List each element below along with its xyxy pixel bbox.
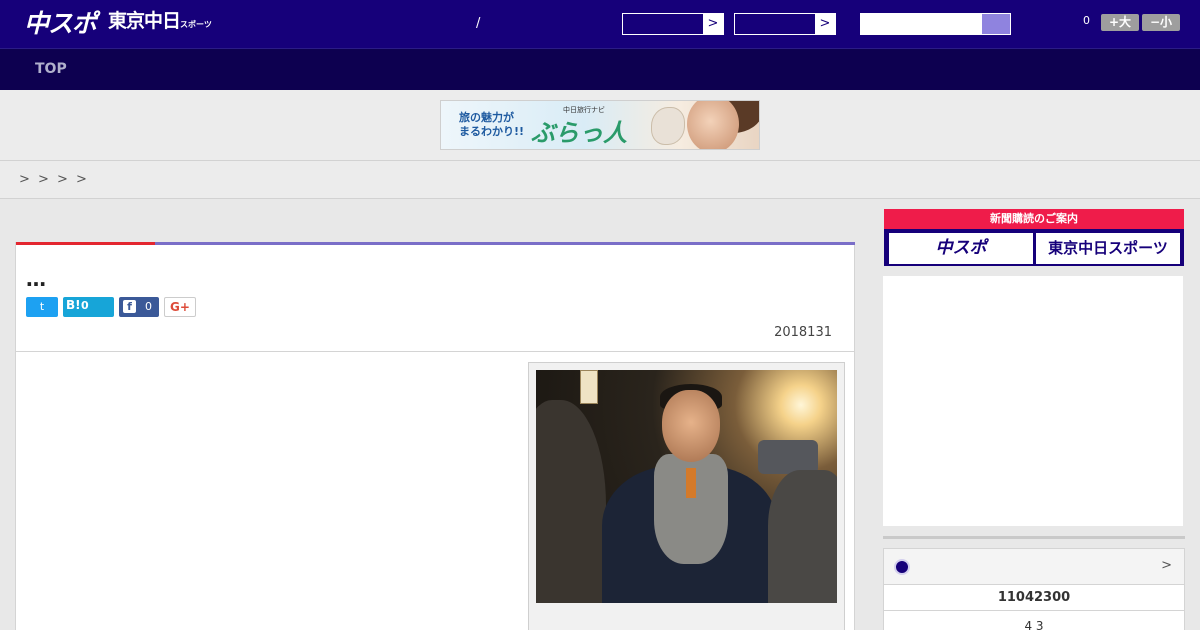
article-accent-red xyxy=(16,242,155,245)
article-title: … xyxy=(26,267,47,291)
breadcrumb: > > > > xyxy=(0,161,1200,199)
header-separator: / xyxy=(476,16,481,31)
font-size-increase-button[interactable]: +大 xyxy=(1101,14,1139,31)
twitter-icon: t xyxy=(39,300,45,313)
score-row: 4 3 xyxy=(1024,619,1044,630)
photo-crowd-right xyxy=(768,470,837,603)
banner-model-image xyxy=(687,101,739,149)
facebook-icon: f xyxy=(123,300,136,313)
subscribe-chuspo-button[interactable]: 中スポ xyxy=(889,233,1033,264)
breadcrumb-separator[interactable]: > xyxy=(76,172,87,187)
sidebar-ad[interactable] xyxy=(883,276,1183,526)
baseball-icon xyxy=(894,559,910,575)
facebook-share-button[interactable]: f 0 xyxy=(119,297,159,317)
photo-lantern xyxy=(580,370,598,404)
main-nav: TOP xyxy=(0,48,1200,90)
travel-banner-ad[interactable]: 旅の魅力が まるわかり!! 中日旅行ナビ ぶらっ人 xyxy=(440,100,760,150)
font-size-decrease-button[interactable]: −小 xyxy=(1142,14,1180,31)
article-photo-frame xyxy=(528,362,845,630)
logo-chuspo[interactable]: 中スポ xyxy=(24,8,97,40)
photo-subject-tie xyxy=(686,468,696,498)
article-date: 2018131 xyxy=(774,325,832,340)
score-row: 11042300 xyxy=(884,585,1184,611)
photo-subject-face xyxy=(662,390,720,462)
banner-copy: 旅の魅力が まるわかり!! xyxy=(459,111,525,138)
photo-tv-camera xyxy=(758,440,818,474)
hatena-count: 0 xyxy=(81,299,89,312)
banner-brand-logo: ぶらっ人 xyxy=(531,119,627,147)
site-header: 中スポ 東京中日スポーツ / > > 0 +大 −小 xyxy=(0,0,1200,48)
breadcrumb-separator[interactable]: > xyxy=(19,172,30,187)
google-plus-share-button[interactable]: G+ xyxy=(164,297,196,317)
breadcrumb-separator[interactable]: > xyxy=(57,172,68,187)
facebook-count: 0 xyxy=(145,300,152,313)
banner-shell-image xyxy=(651,107,685,145)
sidebar-divider xyxy=(883,536,1185,539)
search-button[interactable] xyxy=(982,14,1010,34)
category-select-1[interactable]: > xyxy=(622,13,724,35)
header-count: 0 xyxy=(1083,14,1090,27)
baseball-score-box: > 11042300 4 3 xyxy=(883,548,1185,630)
search-input[interactable] xyxy=(861,14,982,34)
chevron-right-icon[interactable]: > xyxy=(703,14,723,34)
search-box xyxy=(860,13,1011,35)
site-logo[interactable]: 中スポ 東京中日スポーツ xyxy=(24,8,212,40)
photo-crowd-left xyxy=(536,400,606,603)
article-photo[interactable] xyxy=(536,370,837,603)
baseball-more-link[interactable]: > xyxy=(1161,558,1172,573)
hatena-icon: B! xyxy=(66,298,81,312)
subscribe-tokyo-chunichi-button[interactable]: 東京中日スポーツ xyxy=(1036,233,1180,264)
hatena-bookmark-button[interactable]: B! 0 xyxy=(63,297,114,317)
twitter-share-button[interactable]: t xyxy=(26,297,58,317)
category-select-2[interactable]: > xyxy=(734,13,836,35)
nav-item-top[interactable]: TOP xyxy=(35,61,67,77)
baseball-box-header[interactable]: > xyxy=(884,549,1184,585)
subscription-box: 新聞購読のご案内 中スポ 東京中日スポーツ xyxy=(884,209,1184,266)
article-card: … t B! 0 f 0 G+ 2018131 xyxy=(15,242,855,630)
subscription-title: 新聞購読のご案内 xyxy=(884,209,1184,229)
article-divider xyxy=(16,351,854,352)
chevron-right-icon[interactable]: > xyxy=(815,14,835,34)
logo-tokyo-chunichi[interactable]: 東京中日スポーツ xyxy=(108,6,212,40)
breadcrumb-separator[interactable]: > xyxy=(38,172,49,187)
article-accent-purple xyxy=(155,242,855,245)
banner-area: 旅の魅力が まるわかり!! 中日旅行ナビ ぶらっ人 xyxy=(0,90,1200,161)
